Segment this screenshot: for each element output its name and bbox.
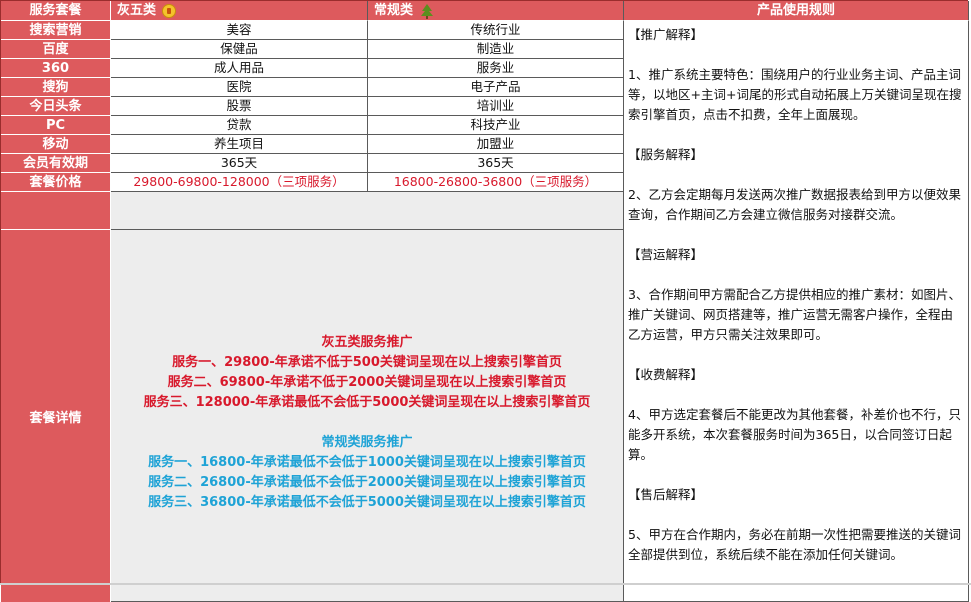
row-label-price: 套餐价格 [1, 173, 111, 192]
header-col-gray-label: 灰五类 [117, 3, 157, 18]
header-label-cell: 服务套餐 [1, 1, 111, 21]
regular-promo-title: 常规类服务推广 [321, 435, 413, 450]
rules-ops-title: 【营运解释】 [628, 247, 704, 262]
row-regular-value: 传统行业 [368, 21, 624, 40]
price-regular-value: 16800-26800-36800（三项服务） [368, 173, 624, 192]
rules-service-text: 2、乙方会定期每月发送两次推广数据报表给到甲方以便效果查询，合作期间乙方会建立微… [628, 187, 961, 222]
label-column-filler [1, 192, 111, 230]
rules-promo-title: 【推广解释】 [628, 27, 704, 42]
row-label: 百度 [1, 40, 111, 59]
row-label: PC [1, 116, 111, 135]
row-gray-value: 保健品 [111, 40, 368, 59]
row-gray-value: 股票 [111, 97, 368, 116]
package-sheet: 服务套餐 灰五类 常规类 产品使用规则 搜索营销 美容 传统行业 百度 保健品 … [0, 0, 971, 602]
row-gray-value: 医院 [111, 78, 368, 97]
row-regular-value: 服务业 [368, 59, 624, 78]
row-gray-value: 美容 [111, 21, 368, 40]
gold-thumbs-badge-icon [162, 3, 177, 18]
header-col-rules: 产品使用规则 [624, 1, 969, 21]
regular-promo-line: 服务三、36800-年承诺最低不会低于5000关键词呈现在以上搜索引擎首页 [148, 495, 586, 510]
regular-promo-line: 服务一、16800-年承诺最低不会低于1000关键词呈现在以上搜索引擎首页 [148, 455, 586, 470]
row-regular-value: 科技产业 [368, 116, 624, 135]
green-tree-icon [421, 3, 434, 19]
header-col-regular-label: 常规类 [374, 3, 414, 18]
detail-panel: 灰五类服务推广 服务一、29800-年承诺不低于500关键词呈现在以上搜索引擎首… [111, 230, 624, 602]
row-label-validity: 会员有效期 [1, 154, 111, 173]
rules-promo-text: 1、推广系统主要特色：围绕用户的行业业务主词、产品主词等，以地区+主词+词尾的形… [628, 67, 962, 122]
row-regular-value: 电子产品 [368, 78, 624, 97]
detail-label: 套餐详情 [1, 230, 111, 602]
gray-promo-line: 服务二、69800-年承诺不低于2000关键词呈现在以上搜索引擎首页 [167, 375, 567, 390]
gray-promo-line: 服务一、29800-年承诺不低于500关键词呈现在以上搜索引擎首页 [172, 355, 562, 370]
rules-after-text: 5、甲方在合作期内，务必在前期一次性把需要推送的关键词全部提供到位，系统后续不能… [628, 527, 961, 562]
regular-promo-line: 服务二、26800-年承诺最低不会低于2000关键词呈现在以上搜索引擎首页 [148, 475, 586, 490]
header-col-regular: 常规类 [368, 1, 624, 21]
row-regular-value: 制造业 [368, 40, 624, 59]
rules-fee-text: 4、甲方选定套餐后不能更改为其他套餐，补差价也不行，只能多开系统，本次套餐服务时… [628, 407, 961, 462]
detail-top-area [111, 192, 624, 230]
row-regular-value: 培训业 [368, 97, 624, 116]
row-label: 今日头条 [1, 97, 111, 116]
row-label: 移动 [1, 135, 111, 154]
row-regular-value: 加盟业 [368, 135, 624, 154]
row-gray-value: 贷款 [111, 116, 368, 135]
package-table: 服务套餐 灰五类 常规类 产品使用规则 搜索营销 美容 传统行业 百度 保健品 … [0, 0, 969, 602]
rules-service-title: 【服务解释】 [628, 147, 704, 162]
price-gray-value: 29800-69800-128000（三项服务） [111, 173, 368, 192]
gray-promo-title: 灰五类服务推广 [321, 335, 413, 350]
row-label: 搜狗 [1, 78, 111, 97]
row-label: 搜索营销 [1, 21, 111, 40]
row-gray-value: 成人用品 [111, 59, 368, 78]
validity-regular-value: 365天 [368, 154, 624, 173]
rules-fee-title: 【收费解释】 [628, 367, 704, 382]
header-col-gray: 灰五类 [111, 1, 368, 21]
validity-gray-value: 365天 [111, 154, 368, 173]
gray-promo-line: 服务三、128000-年承诺最低不会低于5000关键词呈现在以上搜索引擎首页 [143, 395, 591, 410]
rules-panel: 【推广解释】 1、推广系统主要特色：围绕用户的行业业务主词、产品主词等，以地区+… [624, 21, 969, 602]
row-label: 360 [1, 59, 111, 78]
rules-after-title: 【售后解释】 [628, 487, 704, 502]
row-gray-value: 养生项目 [111, 135, 368, 154]
rules-ops-text: 3、合作期间甲方需配合乙方提供相应的推广素材：如图片、推广关键词、网页搭建等，推… [628, 287, 961, 342]
